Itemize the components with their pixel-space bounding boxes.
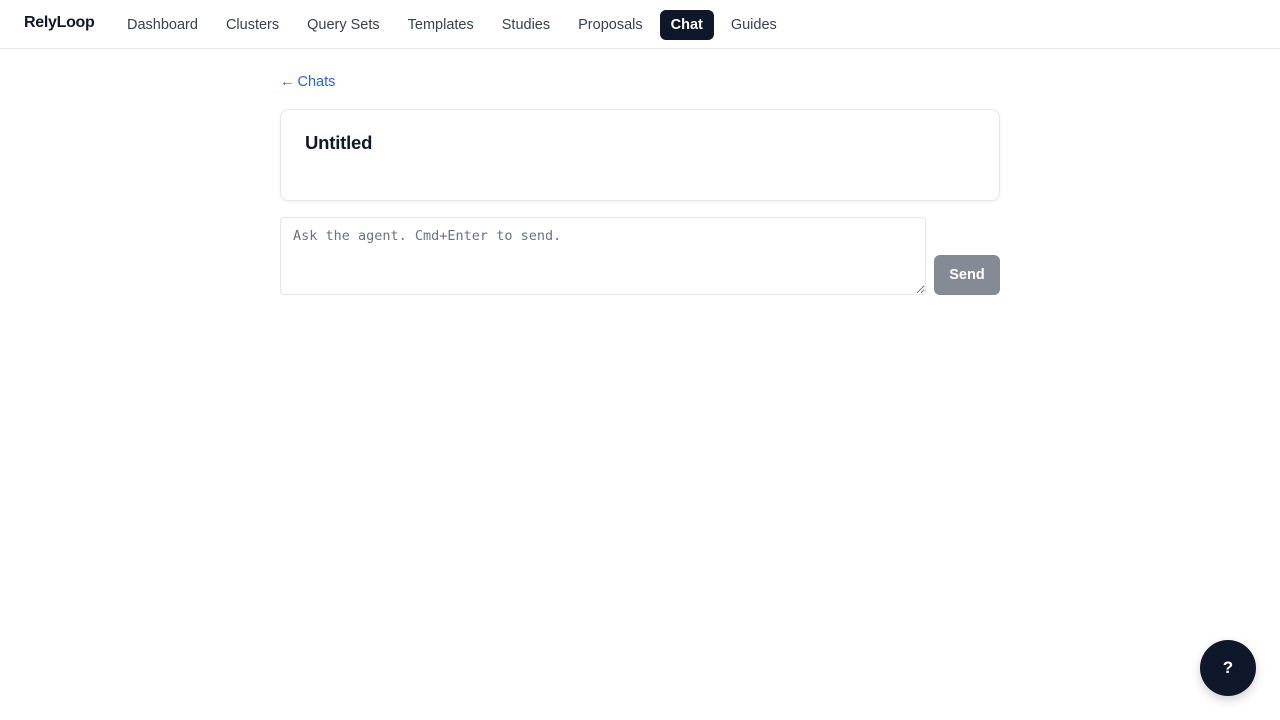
nav-item-proposals[interactable]: Proposals [564,10,656,40]
chat-title: Untitled [305,132,373,153]
nav-item-clusters[interactable]: Clusters [212,10,293,40]
message-input[interactable] [280,217,926,295]
back-link-label: Chats [297,74,336,90]
nav-item-query-sets[interactable]: Query Sets [293,10,394,40]
top-navigation-bar: RelyLoop Dashboard Clusters Query Sets T… [0,0,1280,49]
nav-item-dashboard[interactable]: Dashboard [113,10,212,40]
send-button[interactable]: Send [934,255,1000,295]
nav-item-chat[interactable]: Chat [659,10,714,40]
nav-item-guides[interactable]: Guides [717,10,791,40]
nav-item-studies[interactable]: Studies [488,10,564,40]
nav-item-templates[interactable]: Templates [394,10,488,40]
back-to-chats-link[interactable]: ← Chats [280,74,335,90]
chat-title-card: Untitled [280,109,1000,201]
brand-logo[interactable]: RelyLoop [24,14,95,32]
arrow-left-icon: ← [280,74,295,90]
main-nav: Dashboard Clusters Query Sets Templates … [113,10,791,40]
help-button[interactable]: ? [1200,640,1256,696]
